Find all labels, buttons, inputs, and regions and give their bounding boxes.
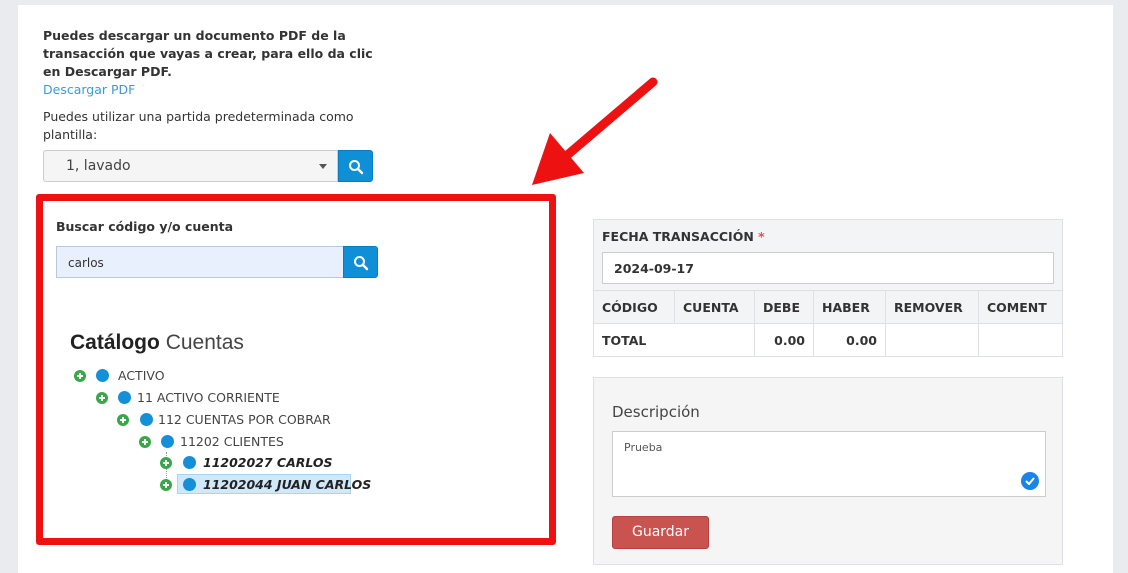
annotation-arrow xyxy=(532,77,658,185)
catalog-title-bold: Catálogo xyxy=(70,331,160,354)
search-icon xyxy=(354,256,369,271)
expand-icon[interactable] xyxy=(160,457,172,469)
expand-icon[interactable] xyxy=(74,370,86,382)
account-search-button[interactable] xyxy=(343,246,378,278)
tree-node-label: 11 ACTIVO CORRIENTE xyxy=(137,390,280,405)
description-label: Descripción xyxy=(612,403,700,421)
node-dot-icon xyxy=(140,413,153,426)
expand-icon[interactable] xyxy=(160,479,172,491)
col-header-cuenta: CUENTA xyxy=(674,290,755,324)
tree-node-label: 11202044 JUAN CARLOS xyxy=(203,477,372,492)
total-debe: 0.00 xyxy=(754,323,814,357)
node-dot-icon xyxy=(183,478,196,491)
expand-icon[interactable] xyxy=(139,436,151,448)
node-dot-icon xyxy=(96,369,109,382)
col-header-remover: REMOVER xyxy=(885,290,979,324)
node-dot-icon xyxy=(161,435,174,448)
date-label-text: FECHA TRANSACCIÓN xyxy=(602,229,754,244)
template-label: Puedes utilizar una partida predetermina… xyxy=(43,109,354,142)
col-header-codigo: CÓDIGO xyxy=(593,290,675,324)
tree-node-label: 11202027 CARLOS xyxy=(203,455,333,470)
tree-node-label: 11202 CLIENTES xyxy=(180,434,284,449)
tree-node-label: ACTIVO xyxy=(118,368,165,383)
node-dot-icon xyxy=(183,456,196,469)
description-panel: Descripción Prueba Guardar xyxy=(593,377,1063,565)
catalog-title: Catálogo Cuentas xyxy=(70,331,244,355)
total-haber: 0.00 xyxy=(813,323,886,357)
col-header-debe: DEBE xyxy=(754,290,814,324)
check-icon xyxy=(1021,472,1039,490)
total-remover-cell xyxy=(885,323,979,357)
save-button[interactable]: Guardar xyxy=(612,516,709,549)
date-input[interactable]: 2024-09-17 xyxy=(602,252,1054,284)
template-search-button[interactable] xyxy=(338,150,373,182)
node-dot-icon xyxy=(118,391,131,404)
download-pdf-link[interactable]: Descargar PDF xyxy=(43,82,135,97)
expand-icon[interactable] xyxy=(96,392,108,404)
description-text: Prueba xyxy=(624,441,663,454)
template-select[interactable]: 1, lavado xyxy=(43,150,338,182)
col-header-haber: HABER xyxy=(813,290,886,324)
required-mark: * xyxy=(758,229,765,244)
expand-icon[interactable] xyxy=(117,414,129,426)
total-label: TOTAL xyxy=(593,323,755,357)
description-textarea[interactable]: Prueba xyxy=(612,431,1046,497)
template-selected-value: 1, lavado xyxy=(66,158,131,174)
catalog-title-light: Cuentas xyxy=(165,331,244,354)
date-label: FECHA TRANSACCIÓN * xyxy=(602,229,1054,244)
tree-node-label: 112 CUENTAS POR COBRAR xyxy=(158,412,331,427)
date-cell: FECHA TRANSACCIÓN * 2024-09-17 xyxy=(593,219,1063,291)
pdf-instructions: Puedes descargar un documento PDF de la … xyxy=(43,28,373,79)
col-header-coment: COMENT xyxy=(978,290,1063,324)
transaction-table: FECHA TRANSACCIÓN * 2024-09-17 CÓDIGO CU… xyxy=(593,219,1063,357)
total-coment-cell xyxy=(978,323,1063,357)
search-label: Buscar código y/o cuenta xyxy=(56,219,234,234)
search-icon xyxy=(349,160,364,175)
chevron-down-icon xyxy=(319,164,327,169)
account-search-input[interactable]: carlos xyxy=(56,246,344,278)
